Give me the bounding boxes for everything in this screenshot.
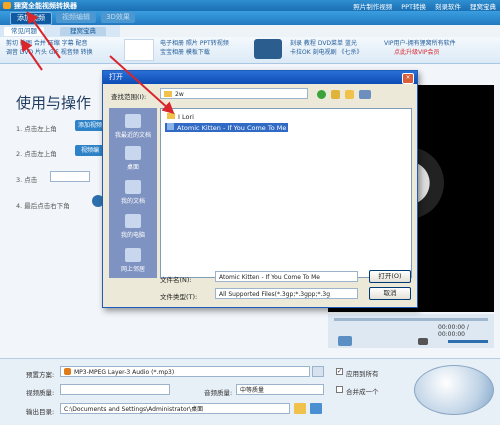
annotation-arrow-1 — [26, 11, 61, 59]
annotation-arrows — [20, 11, 175, 115]
annotation-arrow-2 — [20, 39, 43, 71]
annotation-arrow-3 — [109, 55, 175, 115]
